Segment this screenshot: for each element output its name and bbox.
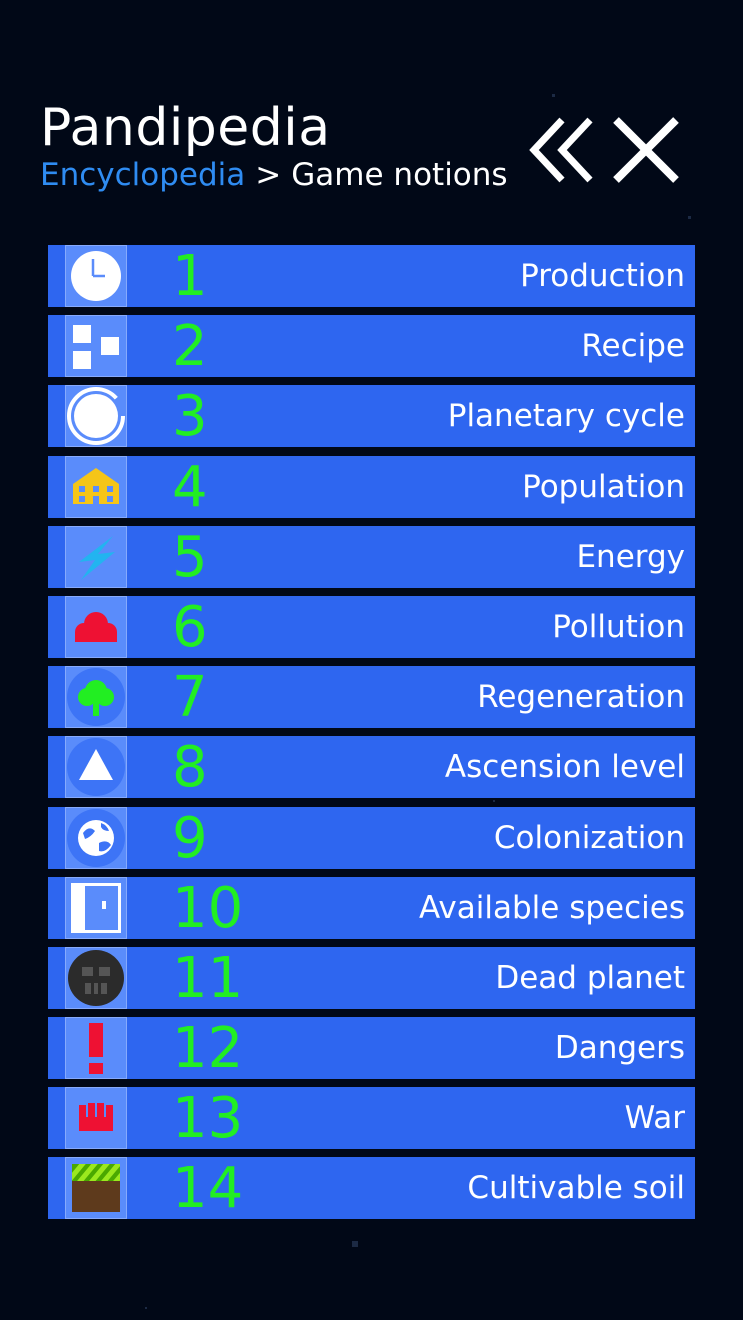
notion-row-war[interactable]: 13 War	[48, 1086, 695, 1152]
notions-list: 1 Production 2 Recipe 3 Planetary cycle	[48, 245, 695, 1228]
notion-number: 2	[172, 314, 208, 380]
notion-row-dead-planet[interactable]: 11 Dead planet	[48, 945, 695, 1011]
background-star	[552, 94, 555, 97]
notion-number: 3	[172, 384, 208, 450]
close-button[interactable]	[610, 112, 682, 188]
notion-number: 10	[172, 875, 244, 941]
fist-icon	[65, 1087, 127, 1150]
background-star	[352, 1241, 358, 1247]
notion-label: Planetary cycle	[447, 398, 685, 435]
notion-label: Regeneration	[477, 679, 685, 716]
notion-row-recipe[interactable]: 2 Recipe	[48, 314, 695, 380]
building-icon	[65, 455, 127, 518]
notion-label: Cultivable soil	[467, 1170, 685, 1207]
breadcrumb: Encyclopedia > Game notions	[40, 154, 508, 196]
notion-row-cultivable-soil[interactable]: 14 Cultivable soil	[48, 1156, 695, 1222]
notion-number: 7	[172, 665, 208, 731]
tree-icon	[65, 666, 127, 729]
triangle-icon	[65, 736, 127, 799]
notion-number: 1	[172, 244, 208, 309]
breadcrumb-separator: >	[255, 157, 282, 193]
notion-number: 6	[172, 594, 208, 660]
cycle-icon	[65, 385, 127, 448]
notion-number: 8	[172, 735, 208, 801]
notion-label: Population	[522, 468, 685, 505]
notion-row-production[interactable]: 1 Production	[48, 244, 695, 309]
breadcrumb-encyclopedia-link[interactable]: Encyclopedia	[40, 157, 245, 193]
door-icon	[65, 876, 127, 939]
double-chevron-left-icon	[529, 117, 593, 183]
globe-icon	[65, 806, 127, 869]
notion-label: Production	[520, 258, 685, 294]
back-button[interactable]	[528, 112, 600, 188]
notion-label: Recipe	[581, 328, 685, 365]
notion-number: 12	[172, 1016, 244, 1082]
page-title: Pandipedia	[40, 98, 331, 158]
notion-label: War	[624, 1100, 685, 1137]
close-icon	[613, 117, 679, 183]
exclamation-icon	[65, 1017, 127, 1080]
notion-number: 4	[172, 454, 208, 520]
notion-row-colonization[interactable]: 9 Colonization	[48, 805, 695, 871]
notion-number: 13	[172, 1086, 244, 1152]
blocks-icon	[65, 315, 127, 378]
notion-row-pollution[interactable]: 6 Pollution	[48, 594, 695, 660]
lightning-icon	[65, 525, 127, 588]
notion-label: Pollution	[552, 608, 685, 645]
soil-icon	[65, 1157, 127, 1220]
background-star	[145, 1307, 147, 1309]
notion-row-energy[interactable]: 5 Energy	[48, 524, 695, 590]
notion-row-regeneration[interactable]: 7 Regeneration	[48, 665, 695, 731]
notion-label: Dead planet	[495, 959, 685, 996]
notion-label: Energy	[576, 538, 685, 575]
notion-number: 14	[172, 1156, 244, 1222]
notion-label: Ascension level	[444, 749, 685, 786]
notion-number: 11	[172, 945, 244, 1011]
breadcrumb-current: Game notions	[291, 157, 508, 193]
background-star	[688, 216, 691, 219]
notion-number: 5	[172, 524, 208, 590]
notion-row-planetary-cycle[interactable]: 3 Planetary cycle	[48, 384, 695, 450]
notion-row-available-species[interactable]: 10 Available species	[48, 875, 695, 941]
clock-icon	[65, 245, 127, 307]
notion-row-ascension-level[interactable]: 8 Ascension level	[48, 735, 695, 801]
notion-label: Available species	[419, 889, 685, 926]
notion-label: Dangers	[554, 1030, 685, 1067]
notion-label: Colonization	[493, 819, 685, 856]
notion-number: 9	[172, 805, 208, 871]
skull-planet-icon	[65, 946, 127, 1009]
notion-row-dangers[interactable]: 12 Dangers	[48, 1016, 695, 1082]
cloud-icon	[65, 595, 127, 658]
notion-row-population[interactable]: 4 Population	[48, 454, 695, 520]
